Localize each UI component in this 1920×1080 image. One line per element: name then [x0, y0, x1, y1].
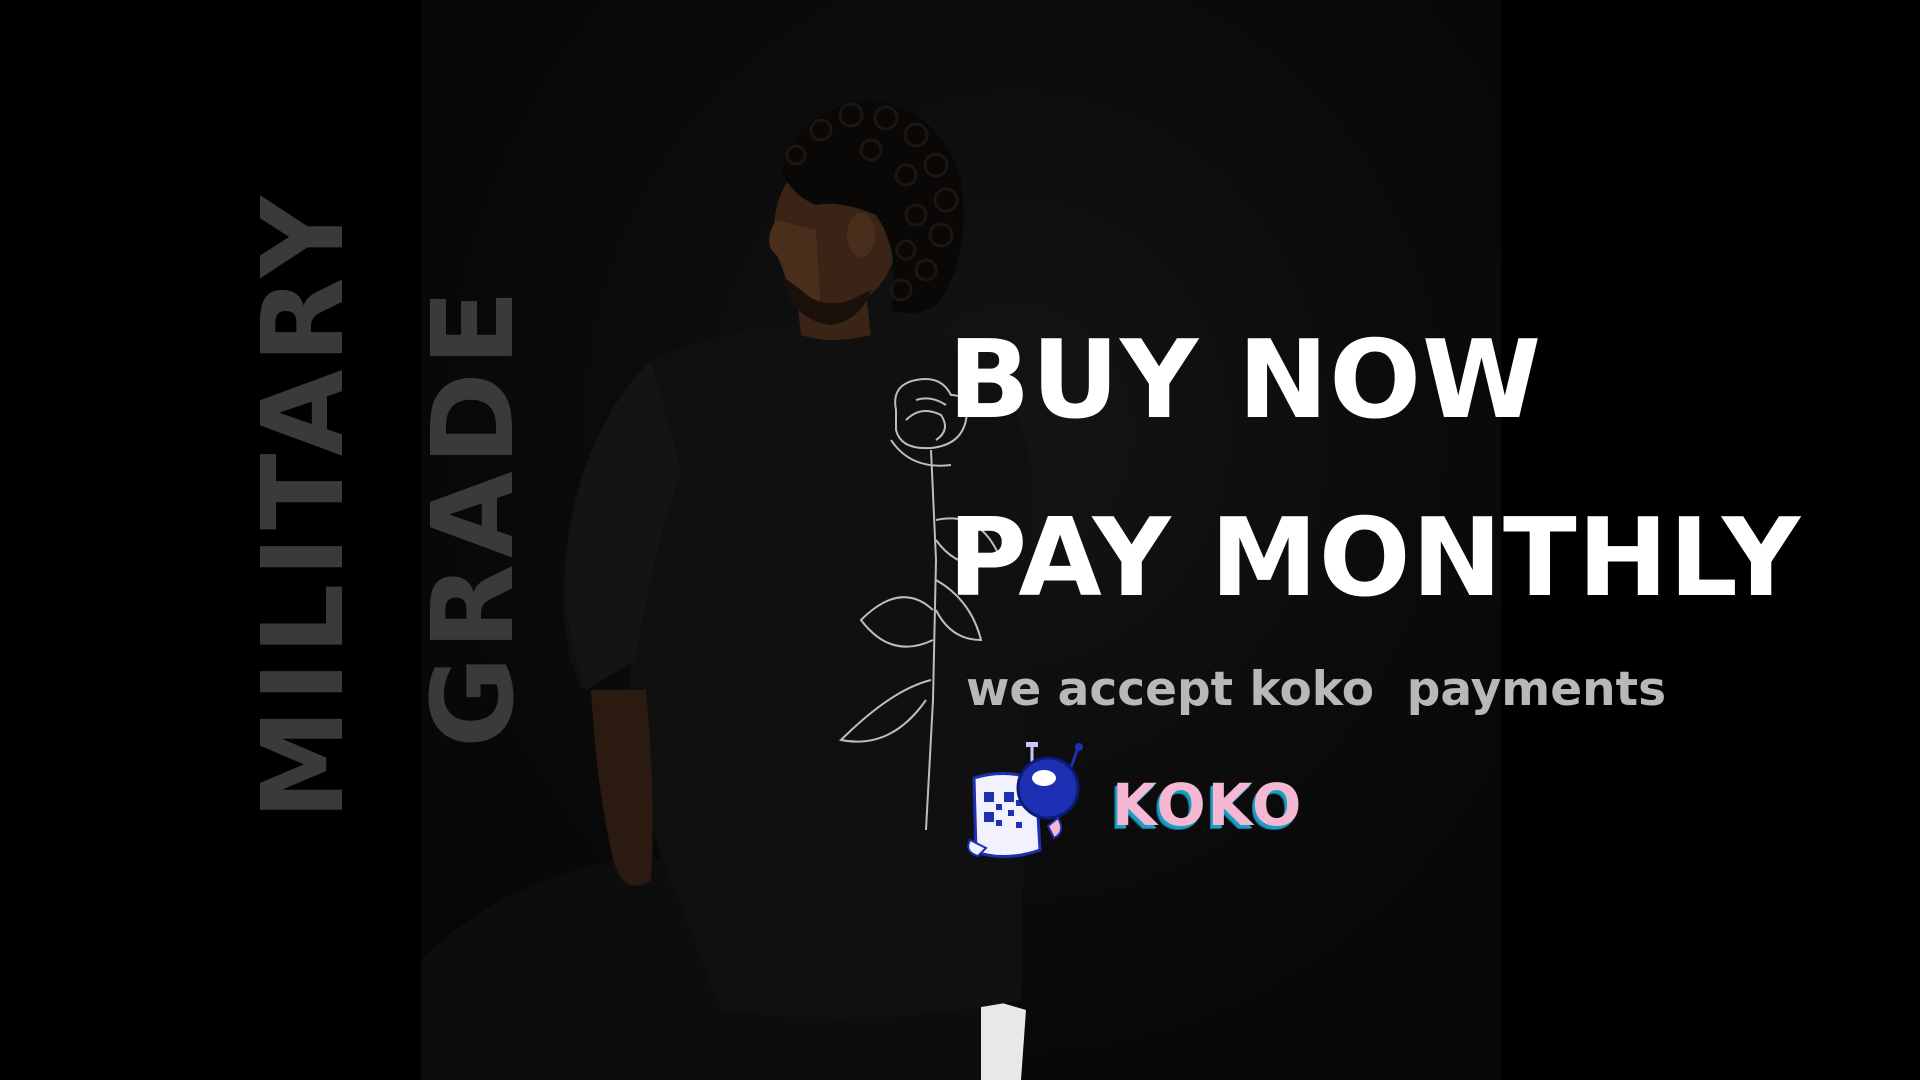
headline-buy-now: BUY NOW — [948, 318, 1543, 443]
vertical-text-grade: GRADE — [409, 283, 539, 748]
subline-payment-note: we accept koko payments — [966, 662, 1667, 717]
headline-pay-monthly: PAY MONTHLY — [948, 496, 1802, 621]
promo-banner: MILITARY GRADE BUY NOW PAY MONTHLY we ac… — [0, 0, 1920, 1080]
koko-logo: KOKO — [966, 740, 1306, 870]
koko-logo-text: KOKO — [1112, 771, 1304, 839]
astronaut-mascot-icon — [967, 742, 1083, 859]
vertical-text-military: MILITARY — [239, 190, 369, 820]
